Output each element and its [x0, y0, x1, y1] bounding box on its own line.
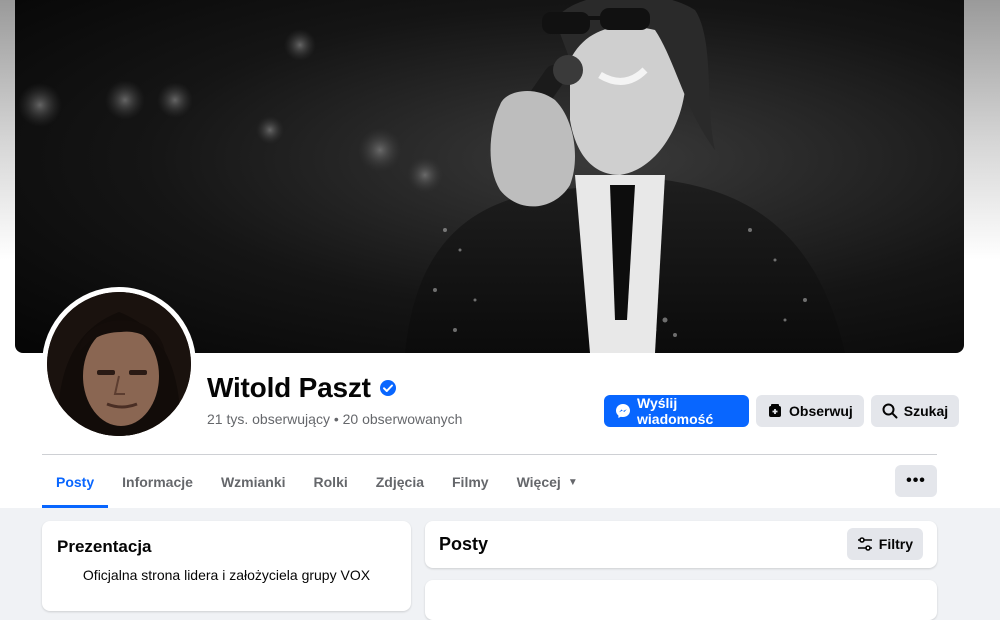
header-divider — [42, 454, 937, 455]
intro-card: Prezentacja Oficjalna strona lidera i za… — [42, 521, 411, 611]
follow-icon — [769, 404, 781, 417]
more-dots-icon: ••• — [906, 472, 926, 489]
tab-photos[interactable]: Zdjęcia — [362, 456, 438, 508]
filters-button[interactable]: Filtry — [846, 528, 923, 560]
filters-label: Filtry — [878, 536, 913, 552]
send-message-button[interactable]: Wyślij wiadomość — [604, 395, 749, 427]
messenger-icon — [616, 404, 630, 418]
verified-badge-icon — [379, 380, 396, 396]
tab-posts[interactable]: Posty — [42, 456, 109, 508]
intro-text: Oficjalna strona lidera i założyciela gr… — [82, 567, 371, 583]
search-label: Szukaj — [903, 403, 949, 419]
intro-title: Prezentacja — [57, 537, 152, 556]
search-icon — [882, 403, 898, 419]
caret-down-icon: ▼ — [567, 476, 578, 488]
tab-more-label: Więcej — [516, 474, 561, 490]
more-options-button[interactable]: ••• — [895, 465, 937, 497]
page-actions: Wyślij wiadomość Obserwuj Szukaj — [604, 395, 960, 427]
follow-button[interactable]: Obserwuj — [756, 395, 864, 427]
follow-label: Obserwuj — [789, 403, 853, 419]
send-message-label: Wyślij wiadomość — [637, 395, 714, 427]
follower-stats[interactable]: 21 tys. obserwujący • 20 obserwowanych — [207, 411, 462, 427]
profile-tabs: Posty Informacje Wzmianki Rolki Zdjęcia … — [42, 456, 592, 508]
search-button[interactable]: Szukaj — [870, 395, 960, 427]
post-composer-card — [425, 580, 937, 620]
tab-about[interactable]: Informacje — [108, 456, 207, 508]
profile-header: Witold Paszt 21 tys. obserwujący • 20 ob… — [0, 0, 1000, 508]
page-title: Witold Paszt — [207, 372, 371, 403]
tab-mentions[interactable]: Wzmianki — [207, 456, 300, 508]
tab-videos[interactable]: Filmy — [438, 456, 503, 508]
avatar-image — [47, 292, 191, 436]
tab-reels[interactable]: Rolki — [300, 456, 362, 508]
posts-title: Posty — [439, 534, 489, 554]
avatar[interactable] — [47, 292, 191, 436]
filter-sliders-icon — [857, 537, 872, 551]
tab-more[interactable]: Więcej ▼ — [503, 456, 592, 508]
posts-header-card: Posty Filtry — [425, 521, 937, 568]
page-title-row: Witold Paszt — [207, 372, 397, 404]
